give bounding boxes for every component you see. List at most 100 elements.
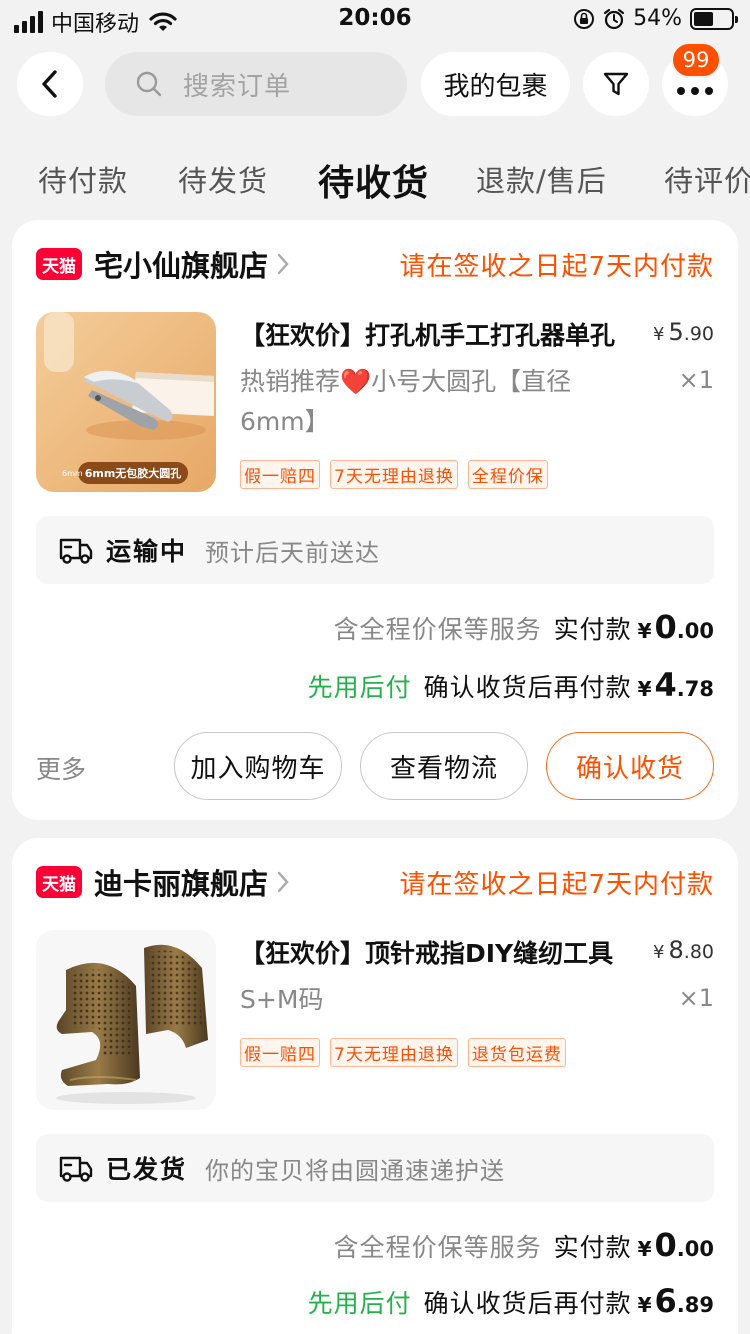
service-tag: 退货包运费	[467, 1038, 566, 1067]
shipping-description: 预计后天前送达	[205, 538, 381, 567]
shipping-status: 运输中	[106, 537, 188, 566]
store-link[interactable]: 天猫 迪卡丽旗舰店	[36, 862, 290, 902]
alarm-icon	[603, 8, 625, 29]
store-name: 迪卡丽旗舰店	[94, 867, 269, 901]
truck-icon	[59, 538, 93, 564]
service-tag: 7天无理由退换	[330, 460, 458, 489]
tmall-badge: 天猫	[36, 248, 82, 280]
search-icon	[136, 71, 162, 97]
pay-later-description: 确认收货后再付款	[423, 673, 632, 702]
shipping-status-bar[interactable]: 已发货 你的宝贝将由圆通速递护送	[36, 1134, 714, 1202]
amount-integer: 0	[654, 1226, 677, 1264]
service-tag: 全程价保	[467, 460, 548, 489]
tab-pending-review[interactable]: 待评价	[664, 158, 750, 200]
price-integer: 5	[668, 318, 684, 346]
product-spec: S+M码	[240, 985, 324, 1014]
battery-fill	[694, 11, 714, 26]
currency-symbol: ¥	[637, 619, 652, 643]
back-button[interactable]	[17, 52, 83, 116]
view-logistics-button[interactable]: 查看物流	[360, 732, 528, 800]
service-note: 含全程价保等服务	[333, 615, 542, 644]
search-placeholder: 搜索订单	[183, 71, 292, 102]
currency-symbol: ¥	[637, 1293, 652, 1317]
price-decimal: .80	[683, 941, 714, 963]
amount-integer: 0	[654, 608, 677, 646]
product-quantity: ×1	[678, 366, 714, 394]
battery-percent: 54%	[633, 6, 682, 31]
chevron-right-icon	[277, 253, 289, 275]
tab-pending-receipt[interactable]: 待收货	[318, 154, 429, 206]
pay-later-label: 先用后付	[307, 673, 412, 702]
product-spec: 热销推荐❤️小号大圆孔【直径6mm】	[240, 367, 572, 436]
notification-badge: 99	[671, 42, 721, 78]
price-integer: 8	[668, 936, 684, 964]
chevron-right-icon	[277, 871, 289, 893]
price-decimal: .90	[683, 323, 714, 345]
pay-later-amount: ¥4.78	[638, 666, 714, 704]
paid-amount-row: 含全程价保等服务 实付款 ¥0.00	[334, 608, 714, 646]
tab-pending-shipment[interactable]: 待发货	[178, 158, 268, 200]
paid-label: 实付款	[553, 615, 632, 644]
order-card[interactable]: 天猫 宅小仙旗舰店 请在签收之日起7天内付款 6mm 6mm无包胶大圆孔 【狂欢…	[12, 220, 738, 820]
amount-decimal: .78	[676, 677, 714, 701]
amount-decimal: .00	[676, 1237, 714, 1261]
top-nav: 搜索订单 我的包裹	[0, 52, 750, 116]
amount-integer: 4	[654, 666, 677, 704]
pay-later-row: 先用后付 确认收货后再付款 ¥6.89	[308, 1282, 714, 1320]
payment-deadline-note: 请在签收之日起7天内付款	[399, 252, 714, 282]
filter-icon	[603, 72, 629, 96]
order-card[interactable]: 天猫 迪卡丽旗舰店 请在签收之日起7天内付款 【狂欢价】顶针戒指DIY缝纫工具 …	[12, 838, 738, 1334]
service-tag: 假一赔四	[240, 460, 320, 489]
amount-decimal: .89	[676, 1293, 714, 1317]
tab-refund-aftersale[interactable]: 退款/售后	[476, 158, 607, 200]
pay-later-label: 先用后付	[307, 1289, 412, 1318]
service-tag: 7天无理由退换	[330, 1038, 458, 1067]
tmall-badge: 天猫	[36, 866, 82, 898]
pay-later-row: 先用后付 确认收货后再付款 ¥4.78	[308, 666, 714, 704]
service-tags: 假一赔四 7天无理由退换 退货包运费	[240, 1038, 566, 1067]
battery-icon	[690, 7, 738, 30]
store-name: 宅小仙旗舰店	[94, 249, 269, 283]
more-actions-link[interactable]: 更多	[36, 750, 86, 786]
thimble-rings-image	[36, 930, 216, 1110]
product-price: ¥8.80	[653, 936, 714, 964]
amount-integer: 6	[654, 1282, 677, 1320]
chevron-left-icon	[42, 70, 57, 98]
currency-symbol: ¥	[637, 1237, 652, 1261]
currency-symbol: ¥	[653, 324, 665, 345]
currency-symbol: ¥	[653, 942, 665, 963]
product-title[interactable]: 【狂欢价】打孔机手工打孔器单孔	[240, 316, 630, 352]
rotation-lock-icon	[574, 8, 595, 29]
product-title[interactable]: 【狂欢价】顶针戒指DIY缝纫工具	[240, 934, 630, 970]
truck-icon	[59, 1156, 93, 1182]
service-tags: 假一赔四 7天无理由退换 全程价保	[240, 460, 548, 489]
payment-deadline-note: 请在签收之日起7天内付款	[399, 870, 714, 900]
product-image[interactable]	[36, 930, 216, 1110]
my-packages-button[interactable]: 我的包裹	[421, 52, 570, 116]
tab-pending-payment[interactable]: 待付款	[38, 158, 128, 200]
currency-symbol: ¥	[637, 677, 652, 701]
service-tag: 假一赔四	[240, 1038, 320, 1067]
product-image[interactable]: 6mm 6mm无包胶大圆孔	[36, 312, 216, 492]
hole-punch-image: 6mm 6mm无包胶大圆孔	[36, 312, 216, 492]
pay-later-amount: ¥6.89	[638, 1282, 714, 1320]
more-dots-icon	[677, 87, 713, 95]
paid-amount: ¥0.00	[638, 1226, 714, 1264]
shipping-status: 已发货	[106, 1155, 188, 1184]
product-quantity: ×1	[678, 984, 714, 1012]
paid-label: 实付款	[553, 1233, 632, 1262]
add-to-cart-button[interactable]: 加入购物车	[174, 732, 342, 800]
search-bar[interactable]: 搜索订单	[105, 52, 407, 116]
store-link[interactable]: 天猫 宅小仙旗舰店	[36, 244, 290, 284]
thumb-caption: 6mm无包胶大圆孔	[85, 466, 182, 480]
paid-amount: ¥0.00	[638, 608, 714, 646]
thumb-small-text: 6mm	[62, 469, 83, 478]
paid-amount-row: 含全程价保等服务 实付款 ¥0.00	[334, 1226, 714, 1264]
filter-button[interactable]	[583, 52, 649, 116]
confirm-receipt-button[interactable]: 确认收货	[546, 732, 714, 800]
shipping-status-bar[interactable]: 运输中 预计后天前送达	[36, 516, 714, 584]
status-right: 54%	[573, 6, 738, 31]
shipping-description: 你的宝贝将由圆通速递护送	[205, 1156, 506, 1185]
pay-later-description: 确认收货后再付款	[423, 1289, 632, 1318]
product-price: ¥5.90	[653, 318, 714, 346]
